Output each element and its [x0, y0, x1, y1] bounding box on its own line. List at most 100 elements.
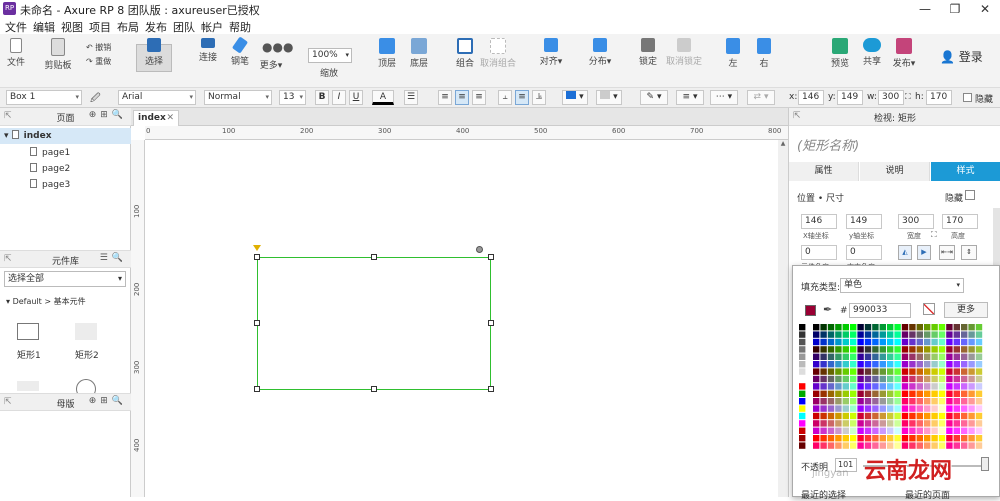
palette-swatch[interactable]: [827, 390, 835, 397]
palette-swatch[interactable]: [975, 383, 983, 390]
palette-swatch[interactable]: [872, 383, 879, 390]
align-text-center-button[interactable]: ≡: [455, 90, 469, 105]
palette-swatch[interactable]: [968, 324, 975, 331]
resize-handle-se[interactable]: [488, 386, 494, 392]
selected-rectangle[interactable]: [257, 257, 491, 390]
palette-swatch[interactable]: [901, 405, 909, 412]
palette-swatch[interactable]: [975, 398, 983, 405]
palette-swatch[interactable]: [975, 353, 983, 360]
palette-swatch[interactable]: [924, 331, 931, 338]
palette-swatch[interactable]: [916, 383, 923, 390]
palette-swatch[interactable]: [916, 353, 923, 360]
palette-swatch[interactable]: [827, 338, 835, 346]
palette-swatch[interactable]: [850, 353, 857, 360]
palette-swatch[interactable]: [975, 427, 983, 434]
palette-swatch[interactable]: [924, 427, 931, 434]
palette-swatch[interactable]: [975, 390, 983, 397]
palette-swatch[interactable]: [961, 346, 968, 353]
palette-swatch[interactable]: [813, 346, 820, 353]
palette-swatch[interactable]: [850, 368, 857, 375]
current-color-swatch[interactable]: [805, 305, 816, 316]
y-coordinate-input[interactable]: 149: [846, 214, 882, 229]
palette-swatch[interactable]: [842, 338, 849, 346]
palette-swatch[interactable]: [968, 442, 975, 449]
close-window-button[interactable]: ✕: [970, 1, 1000, 17]
palette-swatch[interactable]: [872, 338, 879, 346]
palette-swatch[interactable]: [872, 390, 879, 397]
preview-button[interactable]: 预览: [822, 38, 858, 69]
palette-swatch[interactable]: [864, 435, 872, 442]
palette-swatch[interactable]: [938, 338, 946, 346]
widget-name-select[interactable]: Box 1 ▾: [6, 90, 82, 105]
palette-swatch[interactable]: [864, 338, 872, 346]
palette-swatch[interactable]: [827, 346, 835, 353]
palette-swatch[interactable]: [916, 420, 923, 427]
bold-button[interactable]: B: [315, 90, 329, 105]
palette-swatch[interactable]: [879, 435, 886, 442]
palette-swatch[interactable]: [842, 398, 849, 405]
palette-swatch[interactable]: [894, 442, 901, 449]
distribute-button[interactable]: 分布▾: [582, 38, 618, 67]
palette-swatch[interactable]: [931, 398, 938, 405]
palette-swatch[interactable]: [813, 353, 820, 360]
palette-swatch[interactable]: [842, 324, 849, 331]
palette-swatch[interactable]: [835, 427, 842, 434]
palette-swatch[interactable]: [872, 331, 879, 338]
menu-view[interactable]: 视图: [61, 19, 83, 35]
palette-swatch[interactable]: [835, 442, 842, 449]
page-item-page3[interactable]: page3: [0, 177, 131, 193]
library-select[interactable]: 选择全部 ▾: [4, 271, 126, 287]
underline-button[interactable]: U: [349, 90, 363, 105]
palette-swatch[interactable]: [887, 324, 894, 331]
palette-swatch[interactable]: [827, 331, 835, 338]
tab-index[interactable]: index ✕: [133, 110, 179, 126]
tab-notes[interactable]: 说明: [860, 162, 930, 181]
palette-swatch[interactable]: [968, 361, 975, 368]
palette-swatch[interactable]: [887, 420, 894, 427]
palette-swatch[interactable]: [835, 324, 842, 331]
palette-swatch[interactable]: [916, 442, 923, 449]
color-palette-grid[interactable]: [799, 324, 991, 454]
palette-swatch[interactable]: [916, 398, 923, 405]
palette-swatch[interactable]: [946, 324, 953, 331]
fit-width-icon[interactable]: ⇤⇥: [939, 245, 955, 260]
palette-swatch[interactable]: [953, 442, 960, 449]
ungroup-button[interactable]: 取消组合: [480, 38, 516, 69]
palette-swatch[interactable]: [857, 427, 864, 434]
palette-swatch[interactable]: [835, 398, 842, 405]
palette-swatch[interactable]: [887, 427, 894, 434]
palette-swatch[interactable]: [857, 420, 864, 427]
palette-swatch[interactable]: [894, 353, 901, 360]
menu-account[interactable]: 帐户: [201, 19, 223, 35]
palette-swatch[interactable]: [931, 405, 938, 412]
palette-swatch[interactable]: [916, 405, 923, 412]
palette-swatch[interactable]: [864, 405, 872, 412]
y-input[interactable]: 149: [837, 90, 863, 105]
palette-swatch[interactable]: [827, 368, 835, 375]
lock-ratio-icon[interactable]: ⛶: [905, 92, 911, 102]
palette-swatch[interactable]: [872, 427, 879, 434]
palette-swatch[interactable]: [909, 383, 916, 390]
palette-swatch[interactable]: [924, 420, 931, 427]
palette-swatch[interactable]: [799, 427, 806, 434]
palette-swatch[interactable]: [931, 353, 938, 360]
palette-swatch[interactable]: [813, 398, 820, 405]
palette-swatch[interactable]: [835, 412, 842, 420]
palette-swatch[interactable]: [931, 368, 938, 375]
palette-swatch[interactable]: [946, 331, 953, 338]
palette-swatch[interactable]: [968, 420, 975, 427]
tab-style[interactable]: 样式: [931, 162, 1000, 181]
palette-swatch[interactable]: [909, 324, 916, 331]
palette-swatch[interactable]: [901, 375, 909, 383]
palette-swatch[interactable]: [842, 427, 849, 434]
palette-swatch[interactable]: [835, 331, 842, 338]
palette-swatch[interactable]: [894, 368, 901, 375]
palette-swatch[interactable]: [850, 435, 857, 442]
palette-swatch[interactable]: [827, 398, 835, 405]
palette-swatch[interactable]: [968, 405, 975, 412]
palette-swatch[interactable]: [799, 383, 806, 390]
palette-swatch[interactable]: [909, 375, 916, 383]
palette-swatch[interactable]: [820, 442, 827, 449]
palette-swatch[interactable]: [924, 405, 931, 412]
palette-swatch[interactable]: [924, 390, 931, 397]
